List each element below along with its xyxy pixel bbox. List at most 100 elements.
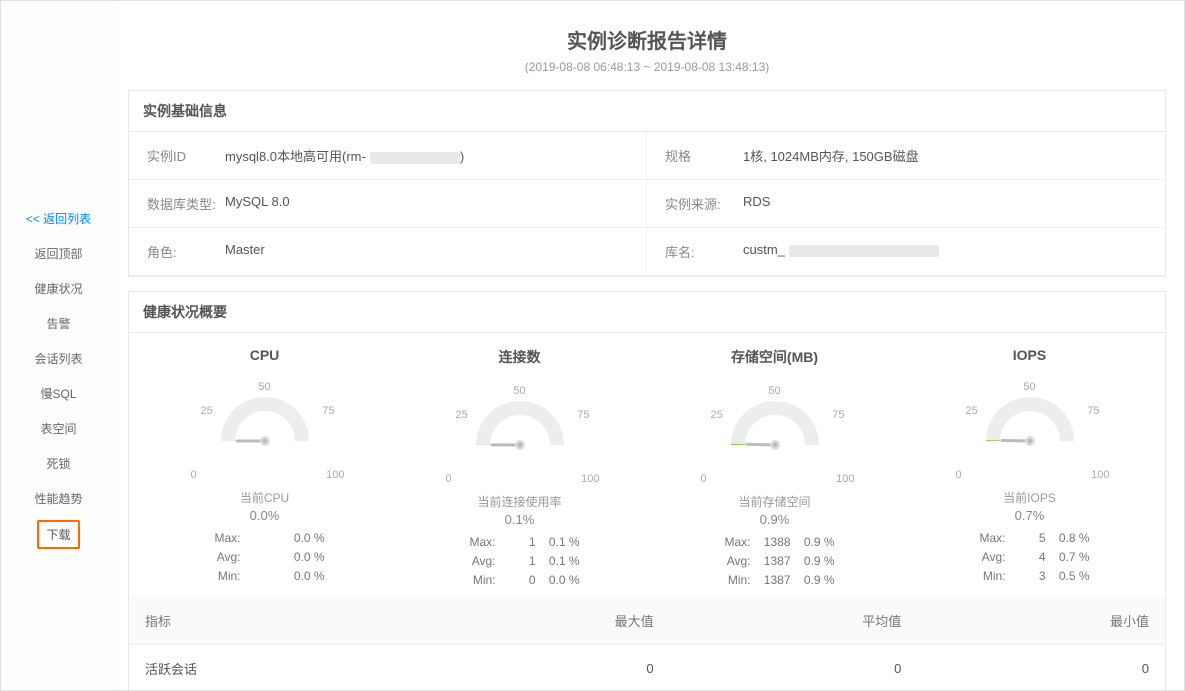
stat-pct: 0.9 % — [791, 533, 835, 552]
info-value: MySQL 8.0 — [225, 194, 290, 213]
tick-75: 75 — [322, 405, 334, 417]
stat-pct: 0.7 % — [1046, 548, 1090, 567]
gauge-3: IOPS 0 25 50 75 100 当前IOPS 0.7% Max:50.8… — [902, 347, 1157, 591]
gauge-chart: 0 25 50 75 100 — [950, 381, 1110, 491]
gauge-title: IOPS — [902, 347, 1157, 363]
info-label: 规格 — [665, 146, 743, 165]
stat-pct: 0.1 % — [536, 552, 580, 571]
stat-key: Avg: — [970, 548, 1006, 567]
metrics-header-0: 指标 — [129, 597, 422, 645]
redacted-text — [370, 152, 460, 164]
stat-pct: 0.9 % — [791, 552, 835, 571]
stat-key: Max: — [205, 529, 241, 548]
info-cell-2: 数据库类型:MySQL 8.0 — [129, 180, 647, 228]
stat-key: Min: — [205, 567, 241, 586]
tick-100: 100 — [1091, 469, 1109, 481]
sidebar-item-7[interactable]: 死锁 — [1, 446, 116, 481]
stat-val: 1388 — [751, 533, 791, 552]
stat-pct: 0.9 % — [791, 571, 835, 590]
sidebar-item-4[interactable]: 会话列表 — [1, 341, 116, 376]
gauge-title: CPU — [137, 347, 392, 363]
stat-val: 3 — [1006, 567, 1046, 586]
page-subtitle: (2019-08-08 06:48:13 ~ 2019-08-08 13:48:… — [128, 60, 1166, 74]
gauge-0: CPU 0 25 50 75 100 当前CPU 0.0% Max:0.0 %A… — [137, 347, 392, 591]
info-cell-4: 角色:Master — [129, 228, 647, 276]
metrics-header-1: 最大值 — [422, 597, 670, 645]
info-value: custm_ — [743, 242, 939, 261]
info-value: mysql8.0本地高可用(rm-) — [225, 146, 464, 165]
info-value: 1核, 1024MB内存, 150GB磁盘 — [743, 146, 919, 165]
cell-name: 活跃会话 — [129, 644, 422, 690]
stat-key: Max: — [715, 533, 751, 552]
gauge-value: 0.9% — [647, 512, 902, 527]
tick-25: 25 — [966, 405, 978, 417]
info-label: 实例ID — [147, 146, 225, 165]
tick-25: 25 — [201, 405, 213, 417]
tick-50: 50 — [258, 381, 270, 393]
stat-key: Max: — [460, 533, 496, 552]
stat-pct: 0.0 % — [281, 529, 325, 548]
tick-50: 50 — [513, 385, 525, 397]
table-row: 活跃会话000 — [129, 644, 1165, 690]
tick-25: 25 — [711, 409, 723, 421]
health-panel: 健康状况概要 CPU 0 25 50 75 100 当前CPU 0.0% Max… — [128, 291, 1166, 690]
redacted-text — [789, 245, 939, 257]
sidebar-item-3[interactable]: 告警 — [1, 306, 116, 341]
sidebar-item-5[interactable]: 慢SQL — [1, 376, 116, 411]
cell-max: 0 — [422, 644, 670, 690]
stat-pct: 0.8 % — [1046, 529, 1090, 548]
gauge-title: 连接数 — [392, 347, 647, 367]
gauge-chart: 0 25 50 75 100 — [695, 385, 855, 495]
stat-key: Min: — [970, 567, 1006, 586]
tick-50: 50 — [768, 385, 780, 397]
gauge-value: 0.7% — [902, 508, 1157, 523]
gauge-1: 连接数 0 25 50 75 100 当前连接使用率 0.1% Max:10.1… — [392, 347, 647, 591]
metrics-table: 指标最大值平均值最小值 活跃会话000QPS998 — [129, 597, 1165, 690]
info-value: Master — [225, 242, 265, 261]
gauge-2: 存储空间(MB) 0 25 50 75 100 当前存储空间 0.9% Max:… — [647, 347, 902, 591]
sidebar-item-6[interactable]: 表空间 — [1, 411, 116, 446]
gauge-stats: Max:0.0 %Avg:0.0 %Min:0.0 % — [137, 529, 392, 587]
stat-val: 0 — [496, 571, 536, 590]
sidebar-item-8[interactable]: 性能趋势 — [1, 481, 116, 516]
info-label: 库名: — [665, 242, 743, 261]
stat-pct: 0.0 % — [281, 548, 325, 567]
gauge-stats: Max:50.8 %Avg:40.7 %Min:30.5 % — [902, 529, 1157, 587]
gauge-label: 当前IOPS — [902, 489, 1157, 506]
basic-info-panel: 实例基础信息 实例IDmysql8.0本地高可用(rm-)规格1核, 1024M… — [128, 90, 1166, 277]
stat-val: 1 — [496, 552, 536, 571]
cell-avg: 0 — [670, 644, 918, 690]
gauge-stats: Max:13880.9 %Avg:13870.9 %Min:13870.9 % — [647, 533, 902, 591]
stat-key: Min: — [460, 571, 496, 590]
tick-75: 75 — [832, 409, 844, 421]
sidebar-item-0[interactable]: << 返回列表 — [1, 201, 116, 236]
gauge-value: 0.0% — [137, 508, 392, 523]
gauge-label: 当前CPU — [137, 489, 392, 506]
stat-pct: 0.0 % — [536, 571, 580, 590]
gauge-chart: 0 25 50 75 100 — [440, 385, 600, 495]
metrics-header-3: 最小值 — [917, 597, 1165, 645]
stat-pct: 0.1 % — [536, 533, 580, 552]
gauge-chart: 0 25 50 75 100 — [185, 381, 345, 491]
stat-val: 5 — [1006, 529, 1046, 548]
tick-75: 75 — [1087, 405, 1099, 417]
info-cell-5: 库名:custm_ — [647, 228, 1165, 276]
stat-key: Max: — [970, 529, 1006, 548]
tick-0: 0 — [701, 473, 707, 485]
info-value: RDS — [743, 194, 770, 213]
sidebar-item-1[interactable]: 返回顶部 — [1, 236, 116, 271]
sidebar-item-2[interactable]: 健康状况 — [1, 271, 116, 306]
info-label: 角色: — [147, 242, 225, 261]
stat-key: Avg: — [460, 552, 496, 571]
gauge-value: 0.1% — [392, 512, 647, 527]
gauge-label: 当前连接使用率 — [392, 493, 647, 510]
health-title: 健康状况概要 — [129, 292, 1165, 333]
gauge-stats: Max:10.1 %Avg:10.1 %Min:00.0 % — [392, 533, 647, 591]
info-label: 实例来源: — [665, 194, 743, 213]
stat-key: Avg: — [715, 552, 751, 571]
stat-pct: 0.5 % — [1046, 567, 1090, 586]
sidebar-item-9[interactable]: 下载 — [37, 520, 80, 549]
stat-pct: 0.0 % — [281, 567, 325, 586]
tick-25: 25 — [456, 409, 468, 421]
main-content: 实例诊断报告详情 (2019-08-08 06:48:13 ~ 2019-08-… — [116, 1, 1184, 690]
